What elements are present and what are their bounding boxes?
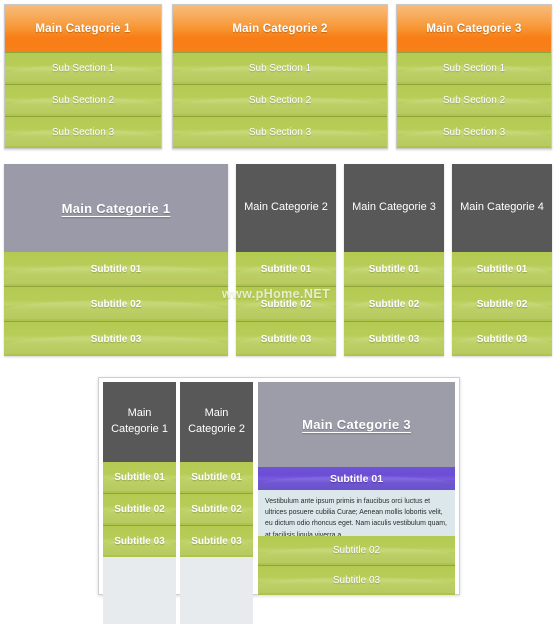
menu-column[interactable]: Main Categorie 2 Sub Section 1 Sub Secti… [172, 4, 388, 149]
menu-item[interactable]: Subtitle 01 [4, 252, 228, 286]
featured-header-label: Main Categorie 1 [61, 200, 171, 216]
menu-layout-variant-1: Main Categorie 1 Sub Section 1 Sub Secti… [0, 0, 560, 155]
column-header[interactable]: Main Categorie 1 [103, 382, 176, 462]
content-panel: Main Categorie 3 Subtitle 01 Vestibulum … [258, 382, 455, 595]
menu-item-label: Subtitle 03 [260, 333, 312, 345]
menu-item[interactable]: Subtitle 02 [258, 536, 455, 565]
menu-item-label: Sub Section 2 [442, 95, 506, 106]
menu-item[interactable]: Sub Section 3 [397, 116, 551, 148]
menu-item[interactable]: Sub Section 1 [397, 52, 551, 84]
empty-cell [180, 557, 253, 624]
menu-item-label: Subtitle 02 [114, 504, 165, 515]
menu-item[interactable]: Subtitle 02 [236, 286, 336, 321]
menu-item[interactable]: Subtitle 03 [236, 321, 336, 356]
menu-item-label: Subtitle 02 [476, 298, 528, 310]
menu-item-label: Subtitle 01 [114, 472, 165, 483]
menu-item[interactable]: Sub Section 2 [173, 84, 387, 116]
menu-item-label: Subtitle 03 [332, 575, 381, 586]
menu-column[interactable]: Main Categorie 3 Subtitle 01 Subtitle 02… [344, 164, 444, 356]
menu-item-label: Sub Section 2 [248, 95, 312, 106]
menu-item-label: Subtitle 01 [90, 263, 142, 275]
column-header[interactable]: Main Categorie 3 [397, 5, 551, 52]
menu-item[interactable]: Sub Section 3 [173, 116, 387, 148]
menu-item-label: Subtitle 02 [260, 298, 312, 310]
active-menu-item[interactable]: Subtitle 01 [258, 467, 455, 490]
menu-item[interactable]: Sub Section 1 [5, 52, 161, 84]
column-header[interactable]: Main Categorie 2 [180, 382, 253, 462]
active-menu-item-label: Subtitle 01 [329, 472, 384, 485]
menu-item-label: Sub Section 1 [442, 63, 506, 74]
menu-column[interactable]: Main Categorie 4 Subtitle 01 Subtitle 02… [452, 164, 552, 356]
column-header[interactable]: Main Categorie 4 [452, 164, 552, 252]
menu-item[interactable]: Subtitle 01 [452, 252, 552, 286]
column-header[interactable]: Main Categorie 2 [236, 164, 336, 252]
menu-item-label: Subtitle 03 [191, 536, 242, 547]
menu-item[interactable]: Subtitle 02 [103, 493, 176, 525]
menu-item[interactable]: Sub Section 2 [397, 84, 551, 116]
menu-item[interactable]: Subtitle 02 [452, 286, 552, 321]
menu-item-label: Subtitle 01 [476, 263, 528, 275]
panel-body-text: Vestibulum ante ipsum primis in faucibus… [258, 490, 455, 539]
panel-header-label: Main Categorie 3 [302, 417, 411, 432]
menu-item-label: Subtitle 03 [114, 536, 165, 547]
featured-column[interactable]: Main Categorie 1 Subtitle 01 Subtitle 02… [4, 164, 228, 356]
menu-item-label: Sub Section 1 [51, 63, 115, 74]
menu-column[interactable]: Main Categorie 1 Sub Section 1 Sub Secti… [4, 4, 162, 149]
menu-item[interactable]: Sub Section 2 [5, 84, 161, 116]
menu-item-label: Subtitle 01 [368, 263, 420, 275]
menu-layout-variant-3: Main Categorie 1 Subtitle 01 Subtitle 02… [98, 377, 460, 624]
menu-item-label: Sub Section 3 [442, 127, 506, 138]
menu-column[interactable]: Main Categorie 2 Subtitle 01 Subtitle 02… [180, 382, 253, 624]
menu-item-label: Subtitle 03 [476, 333, 528, 345]
menu-item[interactable]: Subtitle 03 [4, 321, 228, 356]
menu-item-label: Subtitle 02 [191, 504, 242, 515]
menu-item[interactable]: Subtitle 02 [344, 286, 444, 321]
menu-item-label: Subtitle 03 [90, 333, 142, 345]
menu-column[interactable]: Main Categorie 2 Subtitle 01 Subtitle 02… [236, 164, 336, 356]
menu-item[interactable]: Subtitle 03 [344, 321, 444, 356]
column-header[interactable]: Main Categorie 2 [173, 5, 387, 52]
menu-column[interactable]: Main Categorie 3 Sub Section 1 Sub Secti… [396, 4, 552, 149]
menu-item-label: Sub Section 2 [51, 95, 115, 106]
menu-item[interactable]: Subtitle 01 [344, 252, 444, 286]
menu-item[interactable]: Subtitle 01 [180, 462, 253, 493]
featured-header[interactable]: Main Categorie 1 [4, 164, 228, 252]
menu-item[interactable]: Subtitle 02 [180, 493, 253, 525]
menu-item[interactable]: Subtitle 03 [258, 565, 455, 595]
menu-item[interactable]: Sub Section 3 [5, 116, 161, 148]
menu-layout-variant-2: Main Categorie 1 Subtitle 01 Subtitle 02… [0, 164, 560, 360]
menu-item[interactable]: Subtitle 03 [103, 525, 176, 557]
menu-item-label: Subtitle 01 [191, 472, 242, 483]
menu-item[interactable]: Subtitle 03 [180, 525, 253, 557]
menu-item[interactable]: Sub Section 1 [173, 52, 387, 84]
menu-item-label: Subtitle 02 [90, 298, 142, 310]
menu-item-label: Sub Section 3 [248, 127, 312, 138]
menu-item[interactable]: Subtitle 01 [236, 252, 336, 286]
menu-item[interactable]: Subtitle 01 [103, 462, 176, 493]
menu-item-label: Sub Section 1 [248, 63, 312, 74]
empty-cell [103, 557, 176, 624]
menu-item-label: Subtitle 02 [332, 545, 381, 556]
column-header[interactable]: Main Categorie 1 [5, 5, 161, 52]
menu-item[interactable]: Subtitle 02 [4, 286, 228, 321]
menu-item-label: Subtitle 03 [368, 333, 420, 345]
menu-column[interactable]: Main Categorie 1 Subtitle 01 Subtitle 02… [103, 382, 176, 624]
menu-item-label: Sub Section 3 [51, 127, 115, 138]
column-header[interactable]: Main Categorie 3 [344, 164, 444, 252]
menu-item[interactable]: Subtitle 03 [452, 321, 552, 356]
menu-item-label: Subtitle 02 [368, 298, 420, 310]
panel-header[interactable]: Main Categorie 3 [258, 382, 455, 467]
menu-item-label: Subtitle 01 [260, 263, 312, 275]
